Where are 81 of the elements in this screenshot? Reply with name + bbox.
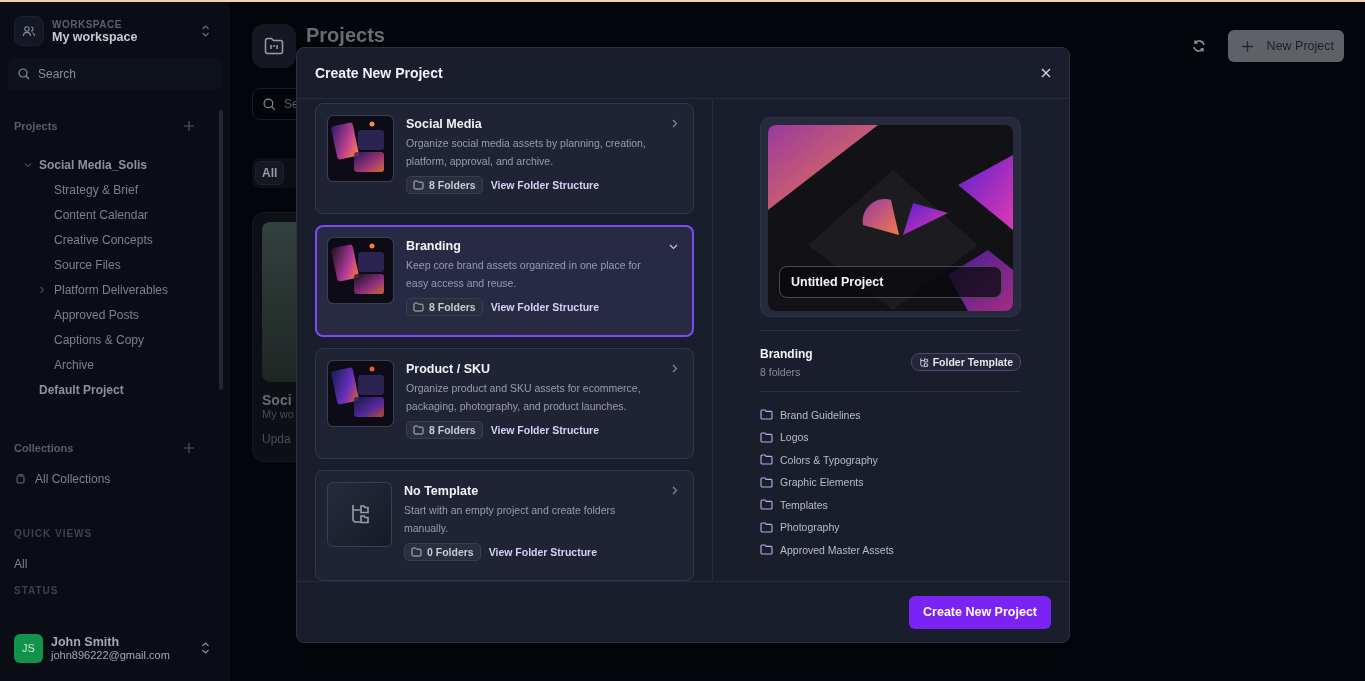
template-description: Organize social media assets by planning, creation, platform, approval, and archive. bbox=[406, 136, 647, 169]
template-name: Branding bbox=[760, 347, 813, 361]
updated-text: Upda bbox=[262, 432, 291, 446]
chevron-right-icon[interactable] bbox=[670, 363, 679, 373]
collection-icon bbox=[16, 474, 25, 484]
folder-icon bbox=[760, 409, 773, 421]
project-name-label: Untitled Project bbox=[779, 266, 1002, 298]
folder-count-badge: 8 Folders bbox=[406, 298, 483, 317]
close-icon[interactable] bbox=[1041, 68, 1051, 78]
folder-name: Colors & Typography bbox=[780, 453, 878, 466]
artwork-thumbnail bbox=[327, 237, 394, 305]
folder-tree-item[interactable]: Source Files bbox=[54, 257, 121, 272]
chevron-down-icon[interactable] bbox=[669, 242, 678, 252]
project-workspace: My wo bbox=[262, 408, 294, 420]
template-name: Social Media bbox=[406, 117, 483, 131]
folder-icon bbox=[760, 499, 773, 511]
folder-tree-item[interactable]: Archive bbox=[54, 357, 94, 372]
template-description: Start with an empty project and create folders manually. bbox=[404, 502, 617, 536]
template-card[interactable]: Social Media Organize social media assets by planning, creation, platform, approval, and archive. 8 Folders View Folder Structure bbox=[315, 103, 694, 215]
folder-tree-item[interactable]: Content Calendar bbox=[54, 207, 149, 222]
folder-icon bbox=[760, 544, 773, 556]
folder-icon bbox=[760, 454, 773, 466]
template-card[interactable]: No Template Start with an empty project and create folders manually. 0 Folders View Folder Structure bbox=[315, 469, 694, 581]
user-name: John Smith bbox=[51, 635, 121, 649]
template-description: Keep core brand assets organized in one place for easy access and reuse. bbox=[406, 258, 642, 292]
page-title: Projects bbox=[306, 23, 385, 47]
artwork-thumbnail bbox=[327, 359, 394, 427]
chevron-right-icon[interactable] bbox=[670, 119, 679, 128]
folder-name: Logos bbox=[780, 431, 809, 444]
folder-tree-item[interactable]: Captions & Copy bbox=[54, 332, 145, 347]
folder-name: Photography bbox=[780, 521, 840, 534]
folder-icon bbox=[760, 521, 773, 533]
artwork-thumbnail bbox=[327, 115, 394, 182]
template-description: Organize product and SKU assets for ecommerce, packaging, photography, and product launches. bbox=[406, 380, 642, 414]
user-email: john896222@gmail.com bbox=[51, 649, 171, 661]
chevron-up-down-icon[interactable] bbox=[201, 24, 210, 38]
view-folder-structure-link[interactable]: View Folder Structure bbox=[488, 545, 598, 558]
view-folder-structure-link[interactable]: View Folder Structure bbox=[490, 179, 600, 191]
view-folder-structure-link[interactable]: View Folder Structure bbox=[490, 423, 600, 436]
folder-icon bbox=[760, 431, 773, 443]
folder-name: Templates bbox=[780, 498, 828, 511]
search-field[interactable]: Search bbox=[8, 58, 222, 90]
folder-count-badge: 0 Folders bbox=[404, 542, 481, 561]
folder-template-badge: Folder Template bbox=[910, 353, 1021, 371]
plus-icon bbox=[1241, 40, 1253, 52]
template-card[interactable]: Product / SKU Organize product and SKU assets for ecommerce, packaging, photography, and product launches. 8 Folders View Folder Structure bbox=[315, 347, 694, 459]
folder-tree-item[interactable]: Platform Deliverables bbox=[54, 282, 169, 297]
refresh-icon[interactable] bbox=[1191, 39, 1206, 53]
folder-name: Brand Guidelines bbox=[780, 408, 861, 421]
project-tree-item[interactable]: Social Media_Solis bbox=[39, 157, 148, 172]
filter-chip[interactable]: All bbox=[255, 161, 285, 185]
folder-icon bbox=[760, 476, 773, 488]
folder-count-badge: 8 Folders bbox=[406, 176, 483, 194]
users-icon bbox=[14, 16, 44, 46]
folder-count: 8 folders bbox=[760, 366, 802, 378]
folder-tree-item[interactable]: Creative Concepts bbox=[54, 232, 153, 247]
folder-tree-item[interactable]: Strategy & Brief bbox=[54, 182, 139, 197]
quick-view-item[interactable]: All bbox=[14, 557, 216, 571]
folder-count-badge: 8 Folders bbox=[406, 420, 483, 439]
template-name: No Template bbox=[404, 483, 480, 498]
workspace-name[interactable]: My workspace bbox=[52, 29, 193, 44]
chevron-up-down-icon[interactable] bbox=[201, 641, 210, 655]
create-project-button[interactable]: Create New Project bbox=[909, 595, 1051, 629]
section-heading: Projects bbox=[14, 120, 58, 132]
section-heading: Collections bbox=[14, 442, 74, 454]
view-folder-structure-link[interactable]: View Folder Structure bbox=[490, 301, 600, 314]
project-tree-item[interactable]: Default Project bbox=[39, 382, 124, 397]
folder-name: Approved Master Assets bbox=[780, 543, 894, 556]
template-card[interactable]: Branding Keep core brand assets organized in one place for easy access and reuse. 8 Folders View Folder Structure bbox=[315, 225, 694, 337]
collection-item[interactable]: All Collections bbox=[35, 472, 111, 486]
user-avatar: JS bbox=[14, 633, 43, 663]
folder-tree-item[interactable]: Approved Posts bbox=[54, 307, 139, 322]
search-icon bbox=[263, 97, 276, 111]
template-name: Branding bbox=[406, 239, 462, 254]
search-icon bbox=[18, 68, 30, 80]
chevron-right-icon[interactable] bbox=[670, 485, 679, 495]
dialog-title: Create New Project bbox=[315, 65, 443, 81]
folder-name: Graphic Elements bbox=[780, 476, 864, 489]
project-title: Soci bbox=[262, 392, 292, 408]
template-name: Product / SKU bbox=[406, 361, 492, 376]
workspace-label: WORKSPACE bbox=[52, 18, 123, 30]
